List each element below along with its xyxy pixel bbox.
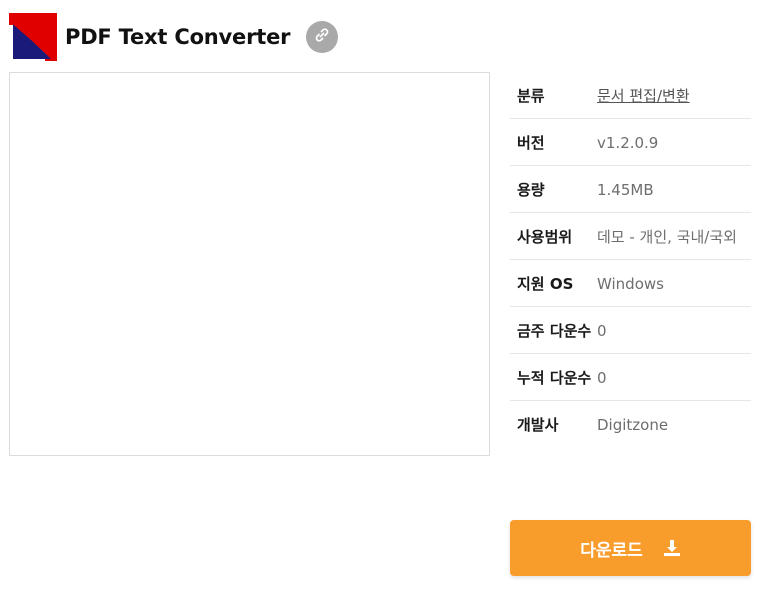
info-row-version: 버전 v1.2.0.9: [510, 119, 751, 166]
download-button-label: 다운로드: [580, 540, 643, 561]
info-label: 지원 OS: [517, 275, 574, 293]
info-label: 용량: [517, 181, 545, 199]
info-value: Digitzone: [597, 416, 669, 434]
download-icon: [663, 539, 681, 557]
software-info-table: 분류 문서 편집/변환 버전 v1.2.0.9 용량 1.45MB 사용범위 데…: [510, 72, 751, 447]
info-value: 0: [597, 369, 607, 387]
copy-link-button[interactable]: [306, 21, 339, 53]
info-value: 데모 - 개인, 국내/국외: [597, 228, 737, 246]
screenshot-preview: [9, 72, 490, 456]
info-row-total-downloads: 누적 다운수 0: [510, 354, 751, 401]
info-label: 누적 다운수: [517, 369, 592, 387]
app-logo-icon: [9, 13, 57, 61]
info-value: v1.2.0.9: [597, 134, 659, 152]
info-row-license: 사용범위 데모 - 개인, 국내/국외: [510, 213, 751, 260]
info-label: 사용범위: [517, 228, 573, 246]
info-label: 분류: [517, 87, 545, 105]
info-value: 1.45MB: [597, 181, 654, 199]
info-label: 개발사: [517, 416, 559, 434]
info-row-category: 분류 문서 편집/변환: [510, 72, 751, 119]
info-label: 버전: [517, 134, 545, 152]
link-icon: [314, 27, 330, 47]
info-label: 금주 다운수: [517, 322, 592, 340]
info-row-developer: 개발사 Digitzone: [510, 401, 751, 447]
info-row-weekly-downloads: 금주 다운수 0: [510, 307, 751, 354]
app-header: PDF Text Converter: [9, 12, 339, 62]
info-row-os: 지원 OS Windows: [510, 260, 751, 307]
category-link[interactable]: 문서 편집/변환: [597, 84, 751, 108]
page-title: PDF Text Converter: [65, 25, 291, 49]
info-row-size: 용량 1.45MB: [510, 166, 751, 213]
download-button[interactable]: 다운로드: [510, 520, 751, 576]
info-value: 0: [597, 322, 607, 340]
info-value: Windows: [597, 275, 664, 293]
